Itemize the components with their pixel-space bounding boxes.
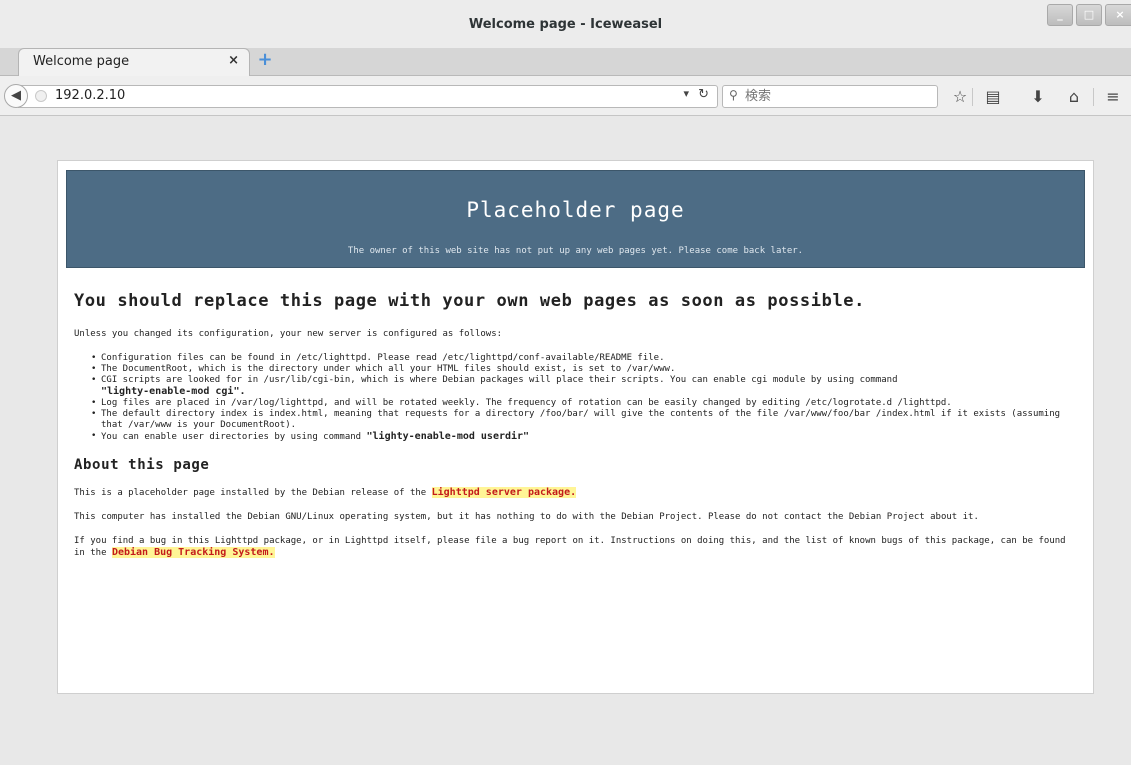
search-bar[interactable]: ⚲ — [722, 85, 938, 108]
debian-bts-link[interactable]: Debian Bug Tracking System. — [111, 547, 275, 558]
list-item: The DocumentRoot, which is the directory… — [91, 364, 1079, 375]
tab-welcome-page[interactable]: Welcome page × — [18, 48, 250, 77]
back-button[interactable]: ◀ — [4, 84, 28, 108]
banner-title: Placeholder page — [466, 198, 685, 222]
config-list: Configuration files can be found in /etc… — [91, 353, 1079, 443]
main-heading: You should replace this page with your o… — [74, 291, 865, 311]
list-item: Configuration files can be found in /etc… — [91, 353, 1079, 364]
intro-text: Unless you changed its configuration, yo… — [74, 329, 503, 339]
command-text: "lighty-enable-mod cgi". — [101, 386, 246, 397]
toolbar-separator — [972, 88, 973, 106]
url-bar[interactable]: 192.0.2.10 ▾ ↻ — [18, 85, 718, 108]
maximize-button[interactable]: □ — [1076, 4, 1102, 26]
url-dropdown-icon[interactable]: ▾ — [683, 87, 689, 100]
new-tab-icon[interactable]: + — [256, 51, 274, 69]
command-text: "lighty-enable-mod userdir" — [366, 431, 530, 442]
navigation-toolbar: 192.0.2.10 ▾ ↻ ◀ ⚲ ☆ ▤ ⬇ ⌂ ≡ — [0, 76, 1131, 116]
page-banner: Placeholder page The owner of this web s… — [66, 170, 1085, 268]
tab-close-icon[interactable]: × — [228, 53, 239, 68]
window-titlebar: Welcome page - Iceweasel _ □ × — [0, 0, 1131, 48]
about-heading: About this page — [74, 457, 210, 473]
tab-strip: Welcome page × + — [0, 48, 1131, 77]
about-paragraph-2: This computer has installed the Debian G… — [74, 512, 979, 522]
about-paragraph-3: If you find a bug in this Lighttpd packa… — [74, 536, 1066, 558]
page-content: You should replace this page with your o… — [74, 291, 1079, 572]
reload-icon[interactable]: ↻ — [698, 87, 709, 102]
site-identity-icon[interactable] — [35, 90, 47, 102]
close-window-button[interactable]: × — [1105, 4, 1131, 26]
window-title: Welcome page - Iceweasel — [468, 17, 663, 32]
bookmark-star-icon[interactable]: ☆ — [949, 87, 971, 106]
lighttpd-package-link[interactable]: Lighttpd server package. — [431, 487, 577, 498]
download-icon[interactable]: ⬇ — [1027, 87, 1049, 106]
list-item: You can enable user directories by using… — [91, 431, 1079, 443]
tab-label: Welcome page — [33, 54, 130, 69]
url-text[interactable]: 192.0.2.10 — [55, 88, 125, 103]
minimize-button[interactable]: _ — [1047, 4, 1073, 26]
menu-icon[interactable]: ≡ — [1102, 87, 1124, 106]
list-item: CGI scripts are looked for in /usr/lib/c… — [91, 375, 1079, 398]
search-input[interactable] — [745, 87, 931, 106]
reading-list-icon[interactable]: ▤ — [982, 87, 1004, 106]
home-icon[interactable]: ⌂ — [1063, 87, 1085, 106]
about-paragraph-1: This is a placeholder page installed by … — [74, 487, 577, 498]
list-item: Log files are placed in /var/log/lighttp… — [91, 398, 1079, 409]
page-card: Placeholder page The owner of this web s… — [57, 160, 1094, 694]
search-icon: ⚲ — [729, 88, 738, 102]
list-item: The default directory index is index.htm… — [91, 409, 1079, 431]
toolbar-separator — [1093, 88, 1094, 106]
banner-subtitle: The owner of this web site has not put u… — [347, 246, 804, 256]
